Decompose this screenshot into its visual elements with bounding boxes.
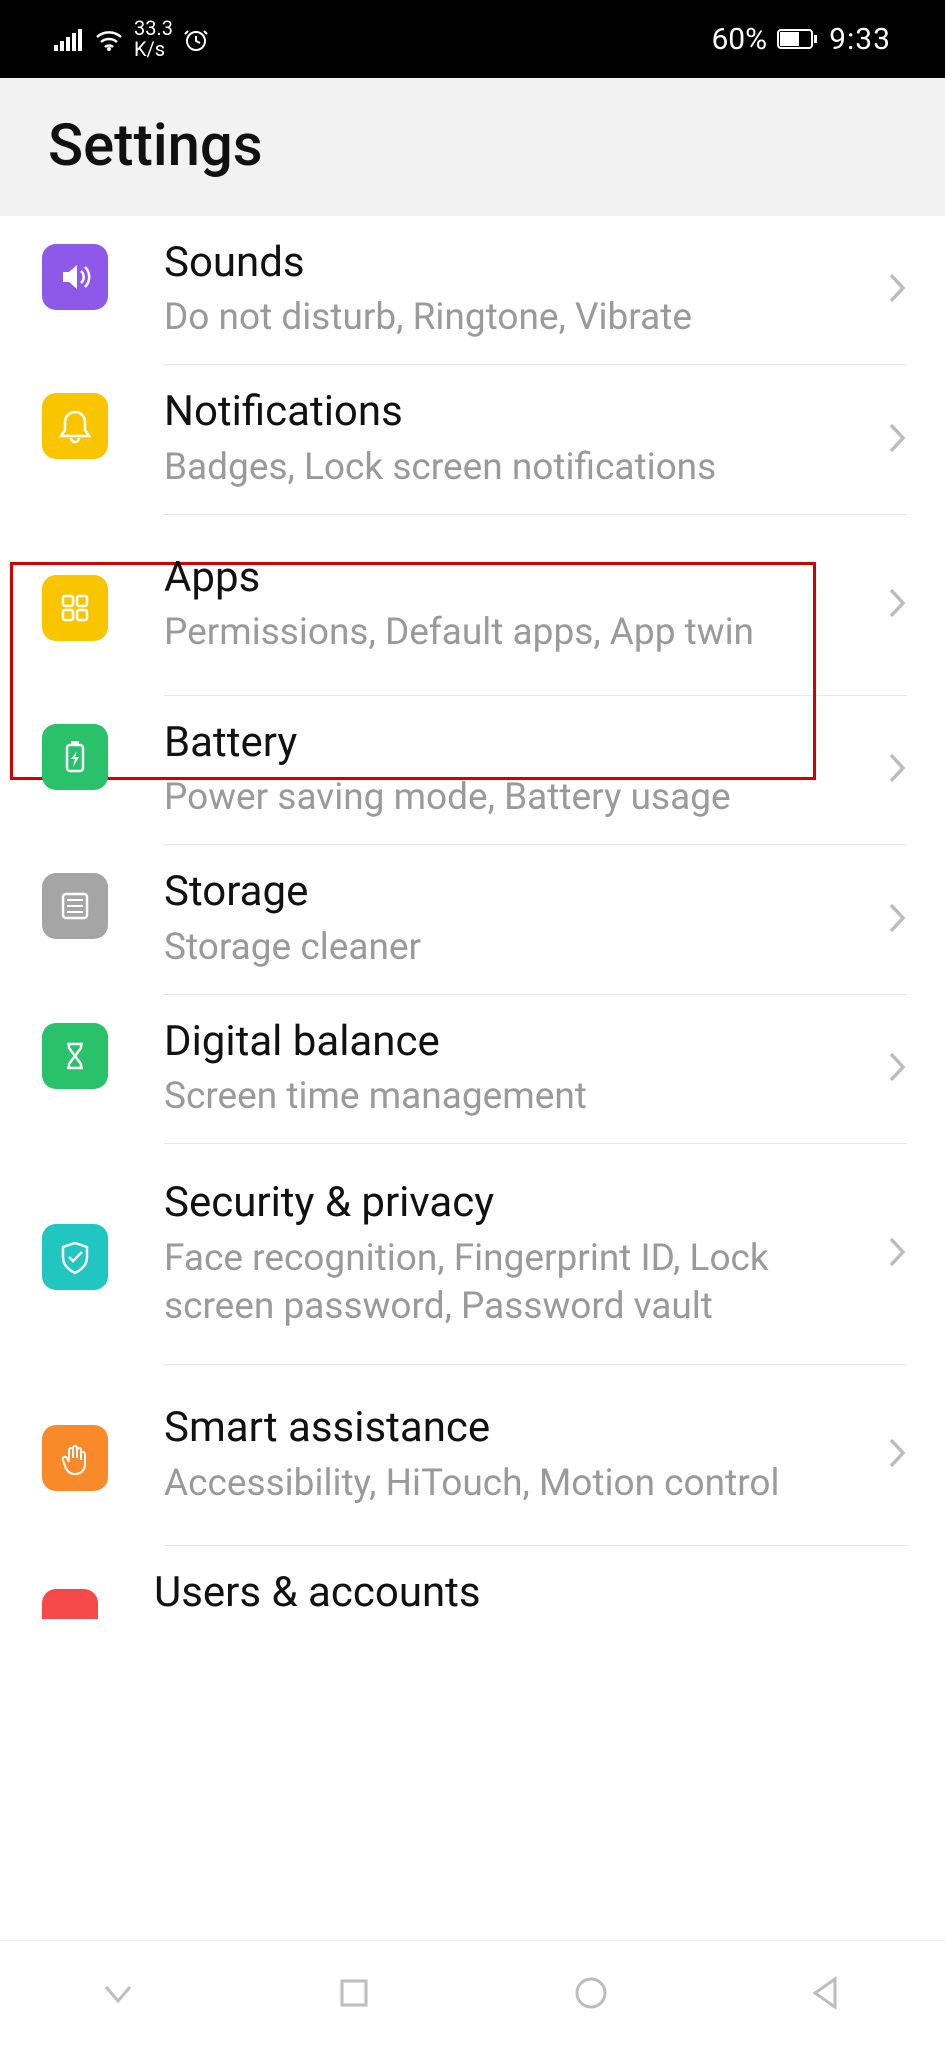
row-sounds[interactable]: Sounds Do not disturb, Ringtone, Vibrate [0, 216, 945, 364]
network-speed-value: 33.3 [134, 18, 173, 39]
row-title: Notifications [164, 387, 869, 437]
row-title: Users & accounts [154, 1568, 889, 1618]
header: Settings [0, 78, 945, 216]
row-digital-balance[interactable]: Digital balance Screen time management [0, 995, 945, 1143]
settings-list: Sounds Do not disturb, Ringtone, Vibrate… [0, 216, 945, 1619]
row-title: Digital balance [164, 1017, 869, 1067]
chevron-right-icon [887, 1235, 907, 1273]
row-text: Notifications Badges, Lock screen notifi… [164, 387, 887, 491]
row-apps[interactable]: Apps Permissions, Default apps, App twin [0, 515, 945, 695]
status-time: 9:33 [829, 22, 891, 57]
row-title: Sounds [164, 238, 869, 288]
chevron-right-icon [887, 1050, 907, 1088]
hand-icon [42, 1425, 108, 1491]
status-right: 60% 9:33 [711, 22, 891, 57]
chevron-right-icon [887, 421, 907, 459]
row-text: Security & privacy Face recognition, Fin… [164, 1178, 887, 1331]
row-subtitle: Do not disturb, Ringtone, Vibrate [164, 294, 869, 342]
storage-icon [42, 873, 108, 939]
status-bar: 33.3 K/s 60% 9:33 [0, 0, 945, 78]
battery-icon [777, 28, 819, 50]
network-speed: 33.3 K/s [134, 18, 173, 60]
chevron-right-icon [887, 271, 907, 309]
user-icon [42, 1589, 98, 1619]
nav-back-icon[interactable] [805, 1971, 849, 2019]
row-text: Storage Storage cleaner [164, 867, 887, 971]
speaker-icon [42, 244, 108, 310]
row-storage[interactable]: Storage Storage cleaner [0, 845, 945, 993]
row-subtitle: Screen time management [164, 1073, 869, 1121]
row-text: Smart assistance Accessibility, HiTouch,… [164, 1403, 887, 1507]
row-subtitle: Accessibility, HiTouch, Motion control [164, 1460, 869, 1508]
bell-icon [42, 393, 108, 459]
chevron-right-icon [887, 586, 907, 624]
row-text: Users & accounts [154, 1568, 907, 1618]
row-battery[interactable]: Battery Power saving mode, Battery usage [0, 696, 945, 844]
navigation-bar [0, 1940, 945, 2048]
row-text: Apps Permissions, Default apps, App twin [164, 553, 887, 657]
row-users-accounts[interactable]: Users & accounts [0, 1546, 945, 1618]
row-title: Battery [164, 718, 869, 768]
hourglass-icon [42, 1023, 108, 1089]
chevron-right-icon [887, 1436, 907, 1474]
page-title: Settings [48, 112, 897, 180]
row-text: Digital balance Screen time management [164, 1017, 887, 1121]
network-speed-unit: K/s [134, 39, 173, 60]
apps-grid-icon [42, 575, 108, 641]
battery-percentage: 60% [711, 22, 767, 57]
row-subtitle: Face recognition, Fingerprint ID, Lock s… [164, 1235, 869, 1331]
chevron-right-icon [887, 751, 907, 789]
row-text: Sounds Do not disturb, Ringtone, Vibrate [164, 238, 887, 342]
row-title: Apps [164, 553, 869, 603]
row-smart-assistance[interactable]: Smart assistance Accessibility, HiTouch,… [0, 1365, 945, 1545]
row-subtitle: Badges, Lock screen notifications [164, 444, 869, 492]
row-notifications[interactable]: Notifications Badges, Lock screen notifi… [0, 365, 945, 513]
shield-icon [42, 1224, 108, 1290]
row-title: Smart assistance [164, 1403, 869, 1453]
cellular-signal-icon [54, 27, 84, 51]
nav-recent-icon[interactable] [332, 1971, 376, 2019]
chevron-right-icon [887, 901, 907, 939]
battery-charge-icon [42, 724, 108, 790]
alarm-icon [183, 26, 209, 52]
row-title: Security & privacy [164, 1178, 869, 1228]
wifi-icon [94, 27, 124, 51]
nav-home-icon[interactable] [569, 1971, 613, 2019]
nav-hide-icon[interactable] [96, 1971, 140, 2019]
row-security-privacy[interactable]: Security & privacy Face recognition, Fin… [0, 1144, 945, 1364]
row-text: Battery Power saving mode, Battery usage [164, 718, 887, 822]
row-title: Storage [164, 867, 869, 917]
row-subtitle: Storage cleaner [164, 924, 869, 972]
row-subtitle: Permissions, Default apps, App twin [164, 609, 869, 657]
status-left: 33.3 K/s [54, 18, 209, 60]
row-subtitle: Power saving mode, Battery usage [164, 774, 869, 822]
